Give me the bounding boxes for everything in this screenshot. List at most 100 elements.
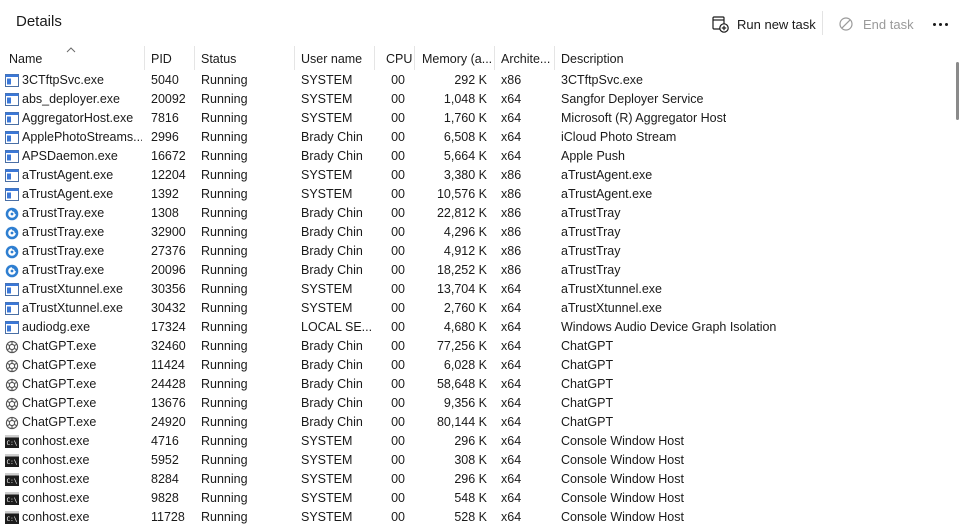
table-row[interactable]: ChatGPT.exe 24920 Running Brady Chin 00 80,14… — [0, 413, 950, 432]
process-cpu: 00 — [391, 149, 405, 163]
process-name: conhost.exe — [22, 472, 90, 486]
process-cpu: 00 — [391, 434, 405, 448]
process-user: SYSTEM — [301, 92, 353, 106]
process-user: SYSTEM — [301, 111, 353, 125]
process-architecture: x64 — [501, 415, 522, 429]
table-row[interactable]: ApplePhotoStreams.... 2996 Running Brady Ch… — [0, 128, 950, 147]
process-name: 3CTftpSvc.exe — [22, 73, 104, 87]
process-status: Running — [201, 244, 248, 258]
process-status: Running — [201, 130, 248, 144]
process-architecture: x64 — [501, 320, 522, 334]
column-memory[interactable]: Memory (a... — [422, 46, 492, 70]
process-memory: 1,048 K — [443, 92, 487, 106]
process-user: SYSTEM — [301, 73, 353, 87]
process-cpu: 00 — [391, 358, 405, 372]
process-architecture: x64 — [501, 377, 522, 391]
table-row[interactable]: C:\ conhost.exe 11728 Running SYSTEM 00 528 K x… — [0, 508, 950, 527]
process-architecture: x86 — [501, 187, 522, 201]
column-name[interactable]: Name — [9, 46, 42, 70]
process-description: ChatGPT — [561, 377, 614, 391]
table-row[interactable]: aTrustTray.exe 20096 Running Brady Chin 00 18… — [0, 261, 950, 280]
app-window-icon — [5, 283, 19, 296]
table-row[interactable]: aTrustXtunnel.exe 30356 Running SYSTEM 00 13,… — [0, 280, 950, 299]
process-status: Running — [201, 206, 248, 220]
column-architecture[interactable]: Archite... — [501, 46, 553, 70]
atrust-tray-icon — [5, 245, 19, 259]
process-memory: 296 K — [454, 472, 487, 486]
column-pid[interactable]: PID — [151, 46, 172, 70]
table-row[interactable]: ChatGPT.exe 32460 Running Brady Chin 00 77,25… — [0, 337, 950, 356]
app-window-icon — [5, 169, 19, 182]
column-status[interactable]: Status — [201, 46, 236, 70]
process-pid: 5952 — [151, 453, 179, 467]
table-row[interactable]: C:\ conhost.exe 5952 Running SYSTEM 00 308 K x6… — [0, 451, 950, 470]
process-memory: 1,760 K — [443, 111, 487, 125]
process-architecture: x64 — [501, 149, 522, 163]
process-architecture: x64 — [501, 434, 522, 448]
table-row[interactable]: ChatGPT.exe 11424 Running Brady Chin 00 6,028… — [0, 356, 950, 375]
more-options-icon[interactable] — [930, 14, 950, 34]
table-row[interactable]: AggregatorHost.exe 7816 Running SYSTEM 00 1,7… — [0, 109, 950, 128]
table-row[interactable]: aTrustTray.exe 27376 Running Brady Chin 00 4,… — [0, 242, 950, 261]
process-name: ChatGPT.exe — [22, 339, 97, 353]
process-user: Brady Chin — [301, 149, 363, 163]
run-new-task-label: Run new task — [737, 16, 816, 32]
process-description: Windows Audio Device Graph Isolation — [561, 320, 777, 334]
process-pid: 5040 — [151, 73, 179, 87]
process-cpu: 00 — [391, 282, 405, 296]
process-name: aTrustXtunnel.exe — [22, 301, 123, 315]
process-status: Running — [201, 187, 248, 201]
table-row[interactable]: C:\ conhost.exe 4716 Running SYSTEM 00 296 K x6… — [0, 432, 950, 451]
process-status: Running — [201, 263, 248, 277]
app-window-icon — [5, 321, 19, 334]
process-name: audiodg.exe — [22, 320, 91, 334]
process-status: Running — [201, 453, 248, 467]
table-row[interactable]: abs_deployer.exe 20092 Running SYSTEM 00 1,04… — [0, 90, 950, 109]
process-memory: 5,664 K — [443, 149, 487, 163]
process-user: Brady Chin — [301, 396, 363, 410]
table-row[interactable]: APSDaemon.exe 16672 Running Brady Chin 00 5,6… — [0, 147, 950, 166]
column-cpu[interactable]: CPU — [386, 46, 412, 70]
process-cpu: 00 — [391, 187, 405, 201]
process-pid: 9828 — [151, 491, 179, 505]
process-description: Console Window Host — [561, 510, 684, 524]
process-architecture: x86 — [501, 73, 522, 87]
run-task-icon — [711, 15, 729, 33]
end-task-button[interactable]: End task — [837, 12, 914, 36]
column-user-name[interactable]: User name — [301, 46, 362, 70]
table-row[interactable]: aTrustXtunnel.exe 30432 Running SYSTEM 00 2,7… — [0, 299, 950, 318]
column-description[interactable]: Description — [561, 46, 624, 70]
process-cpu: 00 — [391, 263, 405, 277]
table-row[interactable]: aTrustTray.exe 32900 Running Brady Chin 00 4,… — [0, 223, 950, 242]
process-architecture: x64 — [501, 472, 522, 486]
process-description: aTrustTray — [561, 263, 621, 277]
process-description: aTrustXtunnel.exe — [561, 282, 662, 296]
process-user: Brady Chin — [301, 206, 363, 220]
run-new-task-button[interactable]: Run new task — [711, 12, 816, 36]
table-row[interactable]: ChatGPT.exe 13676 Running Brady Chin 00 9,356… — [0, 394, 950, 413]
table-row[interactable]: C:\ conhost.exe 8284 Running SYSTEM 00 296 K x6… — [0, 470, 950, 489]
table-row[interactable]: 3CTftpSvc.exe 5040 Running SYSTEM 00 292 K x86… — [0, 71, 950, 90]
table-row[interactable]: aTrustAgent.exe 12204 Running SYSTEM 00 3,380… — [0, 166, 950, 185]
process-cpu: 00 — [391, 168, 405, 182]
toolbar: Details Run new task End task — [0, 0, 961, 46]
process-pid: 32900 — [151, 225, 186, 239]
table-row[interactable]: ChatGPT.exe 24428 Running Brady Chin 00 58,64… — [0, 375, 950, 394]
process-description: iCloud Photo Stream — [561, 130, 677, 144]
console-icon: C:\ — [5, 511, 19, 524]
process-status: Running — [201, 111, 248, 125]
app-window-icon — [5, 188, 19, 201]
process-memory: 6,508 K — [443, 130, 487, 144]
table-row[interactable]: aTrustAgent.exe 1392 Running SYSTEM 00 10,576… — [0, 185, 950, 204]
scrollbar-thumb[interactable] — [956, 62, 959, 120]
process-status: Running — [201, 377, 248, 391]
table-row[interactable]: aTrustTray.exe 1308 Running Brady Chin 00 22,… — [0, 204, 950, 223]
table-row[interactable]: C:\ conhost.exe 9828 Running SYSTEM 00 548 K x6… — [0, 489, 950, 508]
process-description: Sangfor Deployer Service — [561, 92, 704, 106]
chatgpt-icon — [5, 340, 19, 354]
process-user: SYSTEM — [301, 168, 353, 182]
process-name: aTrustAgent.exe — [22, 168, 114, 182]
process-cpu: 00 — [391, 92, 405, 106]
table-row[interactable]: audiodg.exe 17324 Running LOCAL SE... 00 4,68… — [0, 318, 950, 337]
process-description: ChatGPT — [561, 396, 614, 410]
